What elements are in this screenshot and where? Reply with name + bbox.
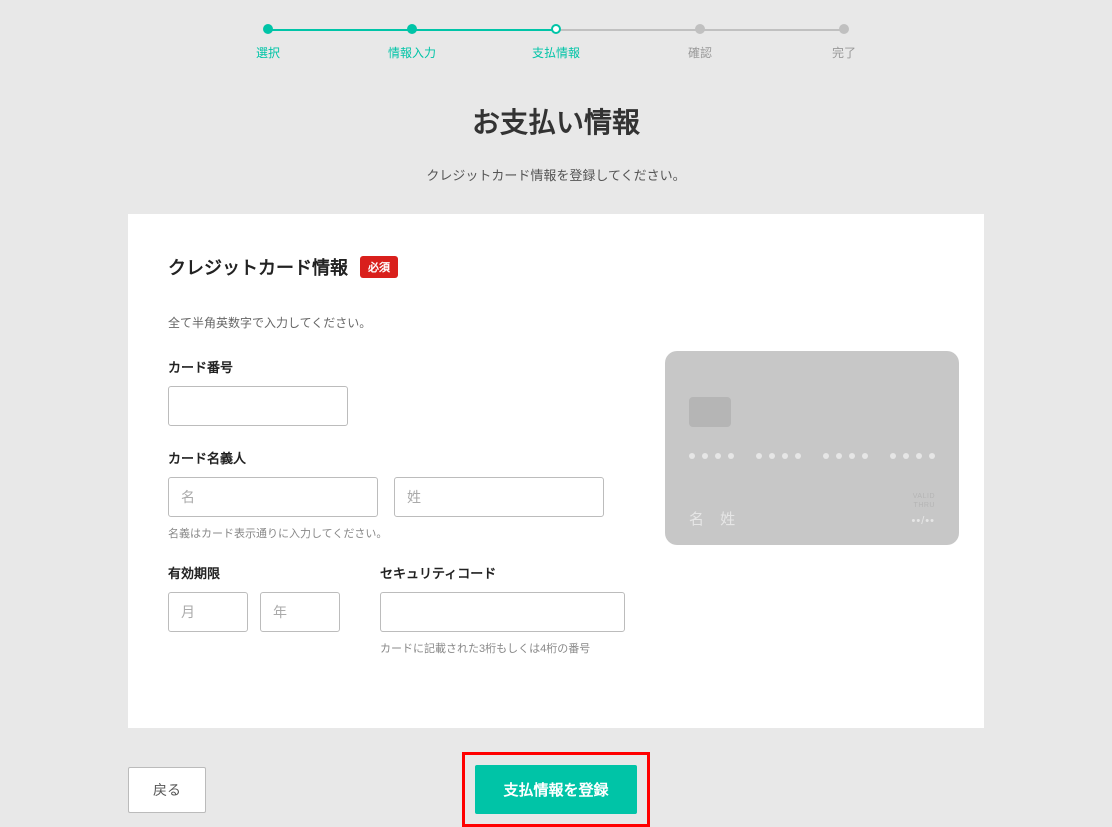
section-header: クレジットカード情報 必須 [168, 254, 944, 280]
cvc-help: カードに記載された3桁もしくは4桁の番号 [380, 640, 625, 656]
expiry-month-input[interactable] [168, 592, 248, 632]
step-label: 情報入力 [388, 44, 436, 61]
step-dot-icon [407, 24, 417, 34]
step-label: 確認 [688, 44, 712, 61]
card-number-dots [689, 453, 935, 459]
expiry-label: 有効期限 [168, 563, 340, 582]
payment-card-panel: クレジットカード情報 必須 全て半角英数字で入力してください。 カード番号 カー… [128, 214, 984, 728]
last-name-input[interactable] [394, 477, 604, 517]
step-select: 選択 [196, 24, 340, 61]
submit-button[interactable]: 支払情報を登録 [475, 765, 636, 814]
cvc-label: セキュリティコード [380, 563, 625, 582]
step-dot-icon [695, 24, 705, 34]
progress-stepper: 選択 情報入力 支払情報 確認 完了 [196, 24, 916, 61]
card-exp-label-bottom: THRU [912, 502, 935, 509]
card-number-input[interactable] [168, 386, 348, 426]
card-preview-expiry: ••/•• [912, 515, 935, 527]
first-name-input[interactable] [168, 477, 378, 517]
step-dot-icon [263, 24, 273, 34]
expiry-group: 有効期限 [168, 563, 340, 656]
step-confirm: 確認 [628, 24, 772, 61]
card-holder-label: カード名義人 [168, 448, 625, 467]
card-number-label: カード番号 [168, 357, 625, 376]
step-dot-icon [551, 24, 561, 34]
card-preview-name: 名 姓 [689, 508, 741, 529]
required-badge: 必須 [360, 256, 398, 278]
card-preview-expiry-block: VALID THRU ••/•• [912, 493, 935, 529]
step-label: 支払情報 [532, 44, 580, 61]
section-title: クレジットカード情報 [168, 254, 348, 280]
back-button[interactable]: 戻る [128, 767, 206, 813]
card-preview: 名 姓 VALID THRU ••/•• [665, 351, 959, 545]
card-holder-help: 名義はカード表示通りに入力してください。 [168, 525, 625, 541]
step-dot-icon [839, 24, 849, 34]
expiry-year-input[interactable] [260, 592, 340, 632]
page-title: お支払い情報 [56, 101, 1056, 141]
cvc-input[interactable] [380, 592, 625, 632]
button-row: 戻る 支払情報を登録 [128, 752, 984, 827]
step-complete: 完了 [772, 24, 916, 61]
card-exp-label-top: VALID [912, 493, 935, 500]
submit-highlight: 支払情報を登録 [462, 752, 649, 827]
cvc-group: セキュリティコード カードに記載された3桁もしくは4桁の番号 [380, 563, 625, 656]
step-label: 選択 [256, 44, 280, 61]
step-label: 完了 [832, 44, 856, 61]
card-number-group: カード番号 [168, 357, 625, 426]
step-info-input: 情報入力 [340, 24, 484, 61]
page-subtitle: クレジットカード情報を登録してください。 [56, 165, 1056, 184]
step-payment-info: 支払情報 [484, 24, 628, 61]
card-holder-group: カード名義人 名義はカード表示通りに入力してください。 [168, 448, 625, 541]
card-chip-icon [689, 397, 731, 427]
input-hint: 全て半角英数字で入力してください。 [168, 314, 944, 331]
